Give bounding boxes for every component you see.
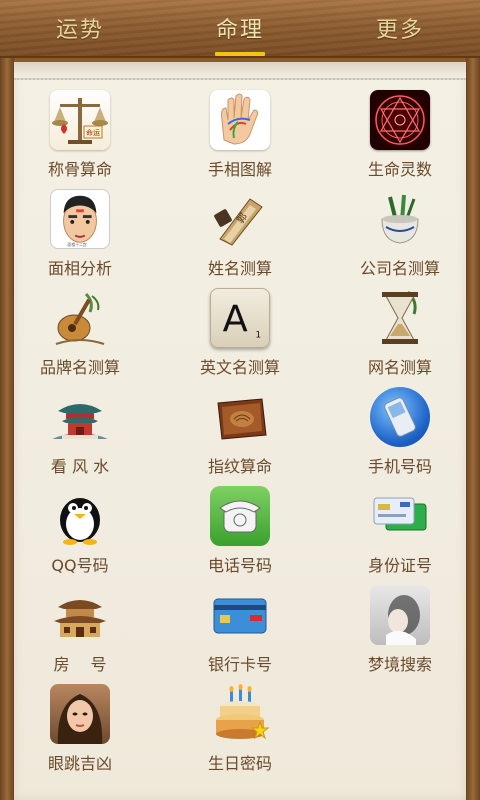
svg-text:面相十二宫: 面相十二宫: [67, 242, 86, 247]
svg-text:A: A: [223, 298, 248, 341]
grid-item-life-number[interactable]: 生命灵数: [320, 90, 480, 186]
grid-item-mobile-number[interactable]: 手机号码: [320, 387, 480, 483]
pavilion-icon: [50, 387, 110, 447]
grid-item-net-name[interactable]: 网名测算: [320, 288, 480, 384]
house-icon: [50, 585, 110, 645]
book-icon: [210, 387, 270, 447]
grid-item-label: 英文名测算: [199, 358, 280, 377]
name-seal-icon: 郭: [210, 189, 270, 249]
grid-item-room-number[interactable]: 房 号: [0, 585, 160, 681]
telephone-icon: [210, 486, 270, 546]
grid-item-face-reading[interactable]: 面相十二宫 面相分析: [0, 189, 160, 285]
grid-item-birthday-code[interactable]: 生日密码: [160, 684, 320, 780]
grid-item-company-name[interactable]: 公司名测算: [320, 189, 480, 285]
pipa-icon: [50, 288, 110, 348]
scroll-top-edge: [14, 62, 466, 80]
grid-item-bone-weight[interactable]: 命运 称骨算命: [0, 90, 160, 186]
grid-item-label: 手相图解: [207, 160, 272, 179]
grid-item-label: 房 号: [53, 655, 107, 674]
grid-item-label: 生日密码: [207, 754, 272, 773]
tab-fortune-label: 运势: [55, 18, 104, 43]
grid-item-label: QQ号码: [51, 556, 109, 575]
grid-item-label: 品牌名测算: [39, 358, 120, 377]
grid-item-qq-number[interactable]: QQ号码: [0, 486, 160, 582]
letter-a-icon: A 1: [210, 288, 270, 348]
tab-more[interactable]: 更多: [320, 0, 480, 56]
grid-item-palmistry[interactable]: 手相图解: [160, 90, 320, 186]
grid-item-label: 看 风 水: [50, 457, 110, 476]
grid-item-label: 网名测算: [367, 358, 432, 377]
svg-text:命运: 命运: [86, 128, 100, 137]
id-card-icon: [370, 486, 430, 546]
grid-item-bank-card[interactable]: 银行卡号: [160, 585, 320, 681]
pot-icon: [370, 189, 430, 249]
grid-item-telephone-number[interactable]: 电话号码: [160, 486, 320, 582]
grid-item-label: 手机号码: [367, 457, 432, 476]
magic-circle-icon: [370, 90, 430, 150]
grid-item-label: 面相分析: [47, 259, 112, 278]
grid-item-name-test[interactable]: 郭 姓名测算: [160, 189, 320, 285]
mobile-phone-icon: [370, 387, 430, 447]
tab-destiny[interactable]: 命理: [160, 0, 320, 56]
grid-item-feng-shui[interactable]: 看 风 水: [0, 387, 160, 483]
tab-fortune[interactable]: 运势: [0, 0, 160, 56]
grid-item-fingerprint[interactable]: 指纹算命: [160, 387, 320, 483]
grid-item-label: 指纹算命: [207, 457, 272, 476]
dream-icon: [370, 585, 430, 645]
grid-item-label: 银行卡号: [207, 655, 272, 674]
grid-item-label: 姓名测算: [207, 259, 272, 278]
grid-item-english-name[interactable]: A 1 英文名测算: [160, 288, 320, 384]
palm-icon: [210, 90, 270, 150]
grid-item-label: 梦境搜索: [367, 655, 432, 674]
svg-text:1: 1: [255, 330, 261, 340]
face-icon: 面相十二宫: [50, 189, 110, 249]
hourglass-icon: [370, 288, 430, 348]
eye-portrait-icon: [50, 684, 110, 744]
tab-more-label: 更多: [375, 18, 424, 43]
top-tab-bar: 运势 命理 更多: [0, 0, 480, 58]
grid-item-label: 生命灵数: [367, 160, 432, 179]
bank-card-icon: [210, 585, 270, 645]
grid-item-label: 身份证号: [367, 556, 432, 575]
grid-item-label: 称骨算命: [47, 160, 112, 179]
birthday-cake-icon: [210, 684, 270, 744]
grid-item-label: 眼跳吉凶: [47, 754, 112, 773]
grid-item-label: 公司名测算: [359, 259, 440, 278]
grid-item-id-number[interactable]: 身份证号: [320, 486, 480, 582]
tab-destiny-label: 命理: [215, 18, 264, 43]
active-tab-indicator: [215, 52, 265, 56]
grid-item-dream-search[interactable]: 梦境搜索: [320, 585, 480, 681]
grid-item-label: 电话号码: [207, 556, 272, 575]
penguin-icon: [50, 486, 110, 546]
scale-icon: 命运: [50, 90, 110, 150]
grid-item-brand-name[interactable]: 品牌名测算: [0, 288, 160, 384]
grid-item-eye-twitch[interactable]: 眼跳吉凶: [0, 684, 160, 780]
